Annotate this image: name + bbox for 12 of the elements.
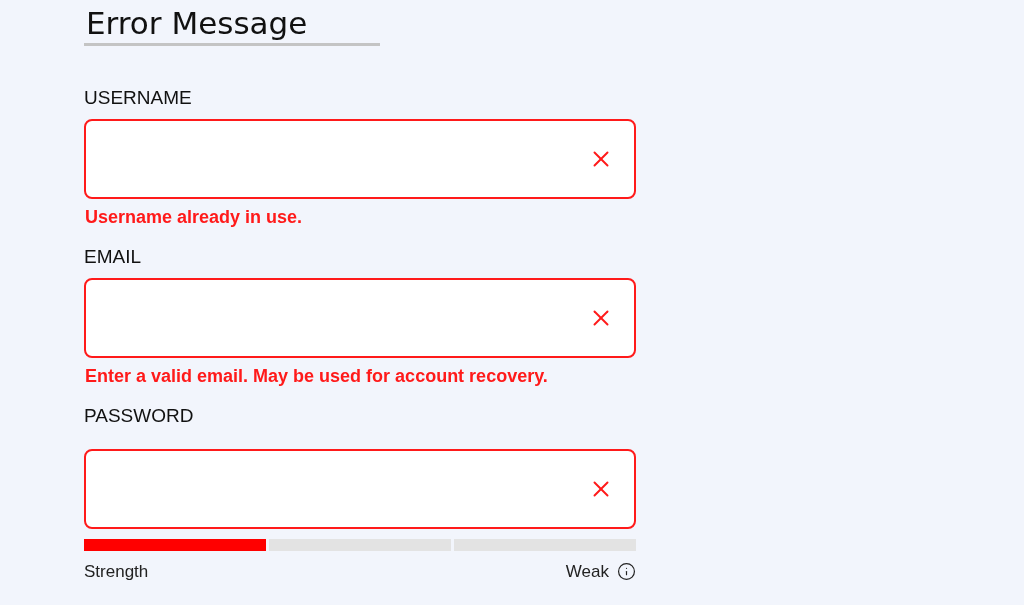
input-field[interactable]: [84, 119, 636, 199]
input-field[interactable]: [84, 449, 636, 529]
info-icon[interactable]: [617, 562, 636, 582]
strength-label: Strength: [84, 561, 149, 583]
page-title: Error Message: [85, 4, 309, 42]
strength-rating: Weak: [565, 561, 609, 583]
field-label: PASSWORD: [84, 404, 195, 428]
error-message: Username already in use.: [84, 206, 304, 229]
field-label: EMAIL: [84, 245, 143, 269]
error-message: Enter a valid email. May be used for account recovery.: [84, 365, 549, 388]
field-label: USERNAME: [84, 86, 193, 110]
input-field[interactable]: [84, 278, 636, 358]
